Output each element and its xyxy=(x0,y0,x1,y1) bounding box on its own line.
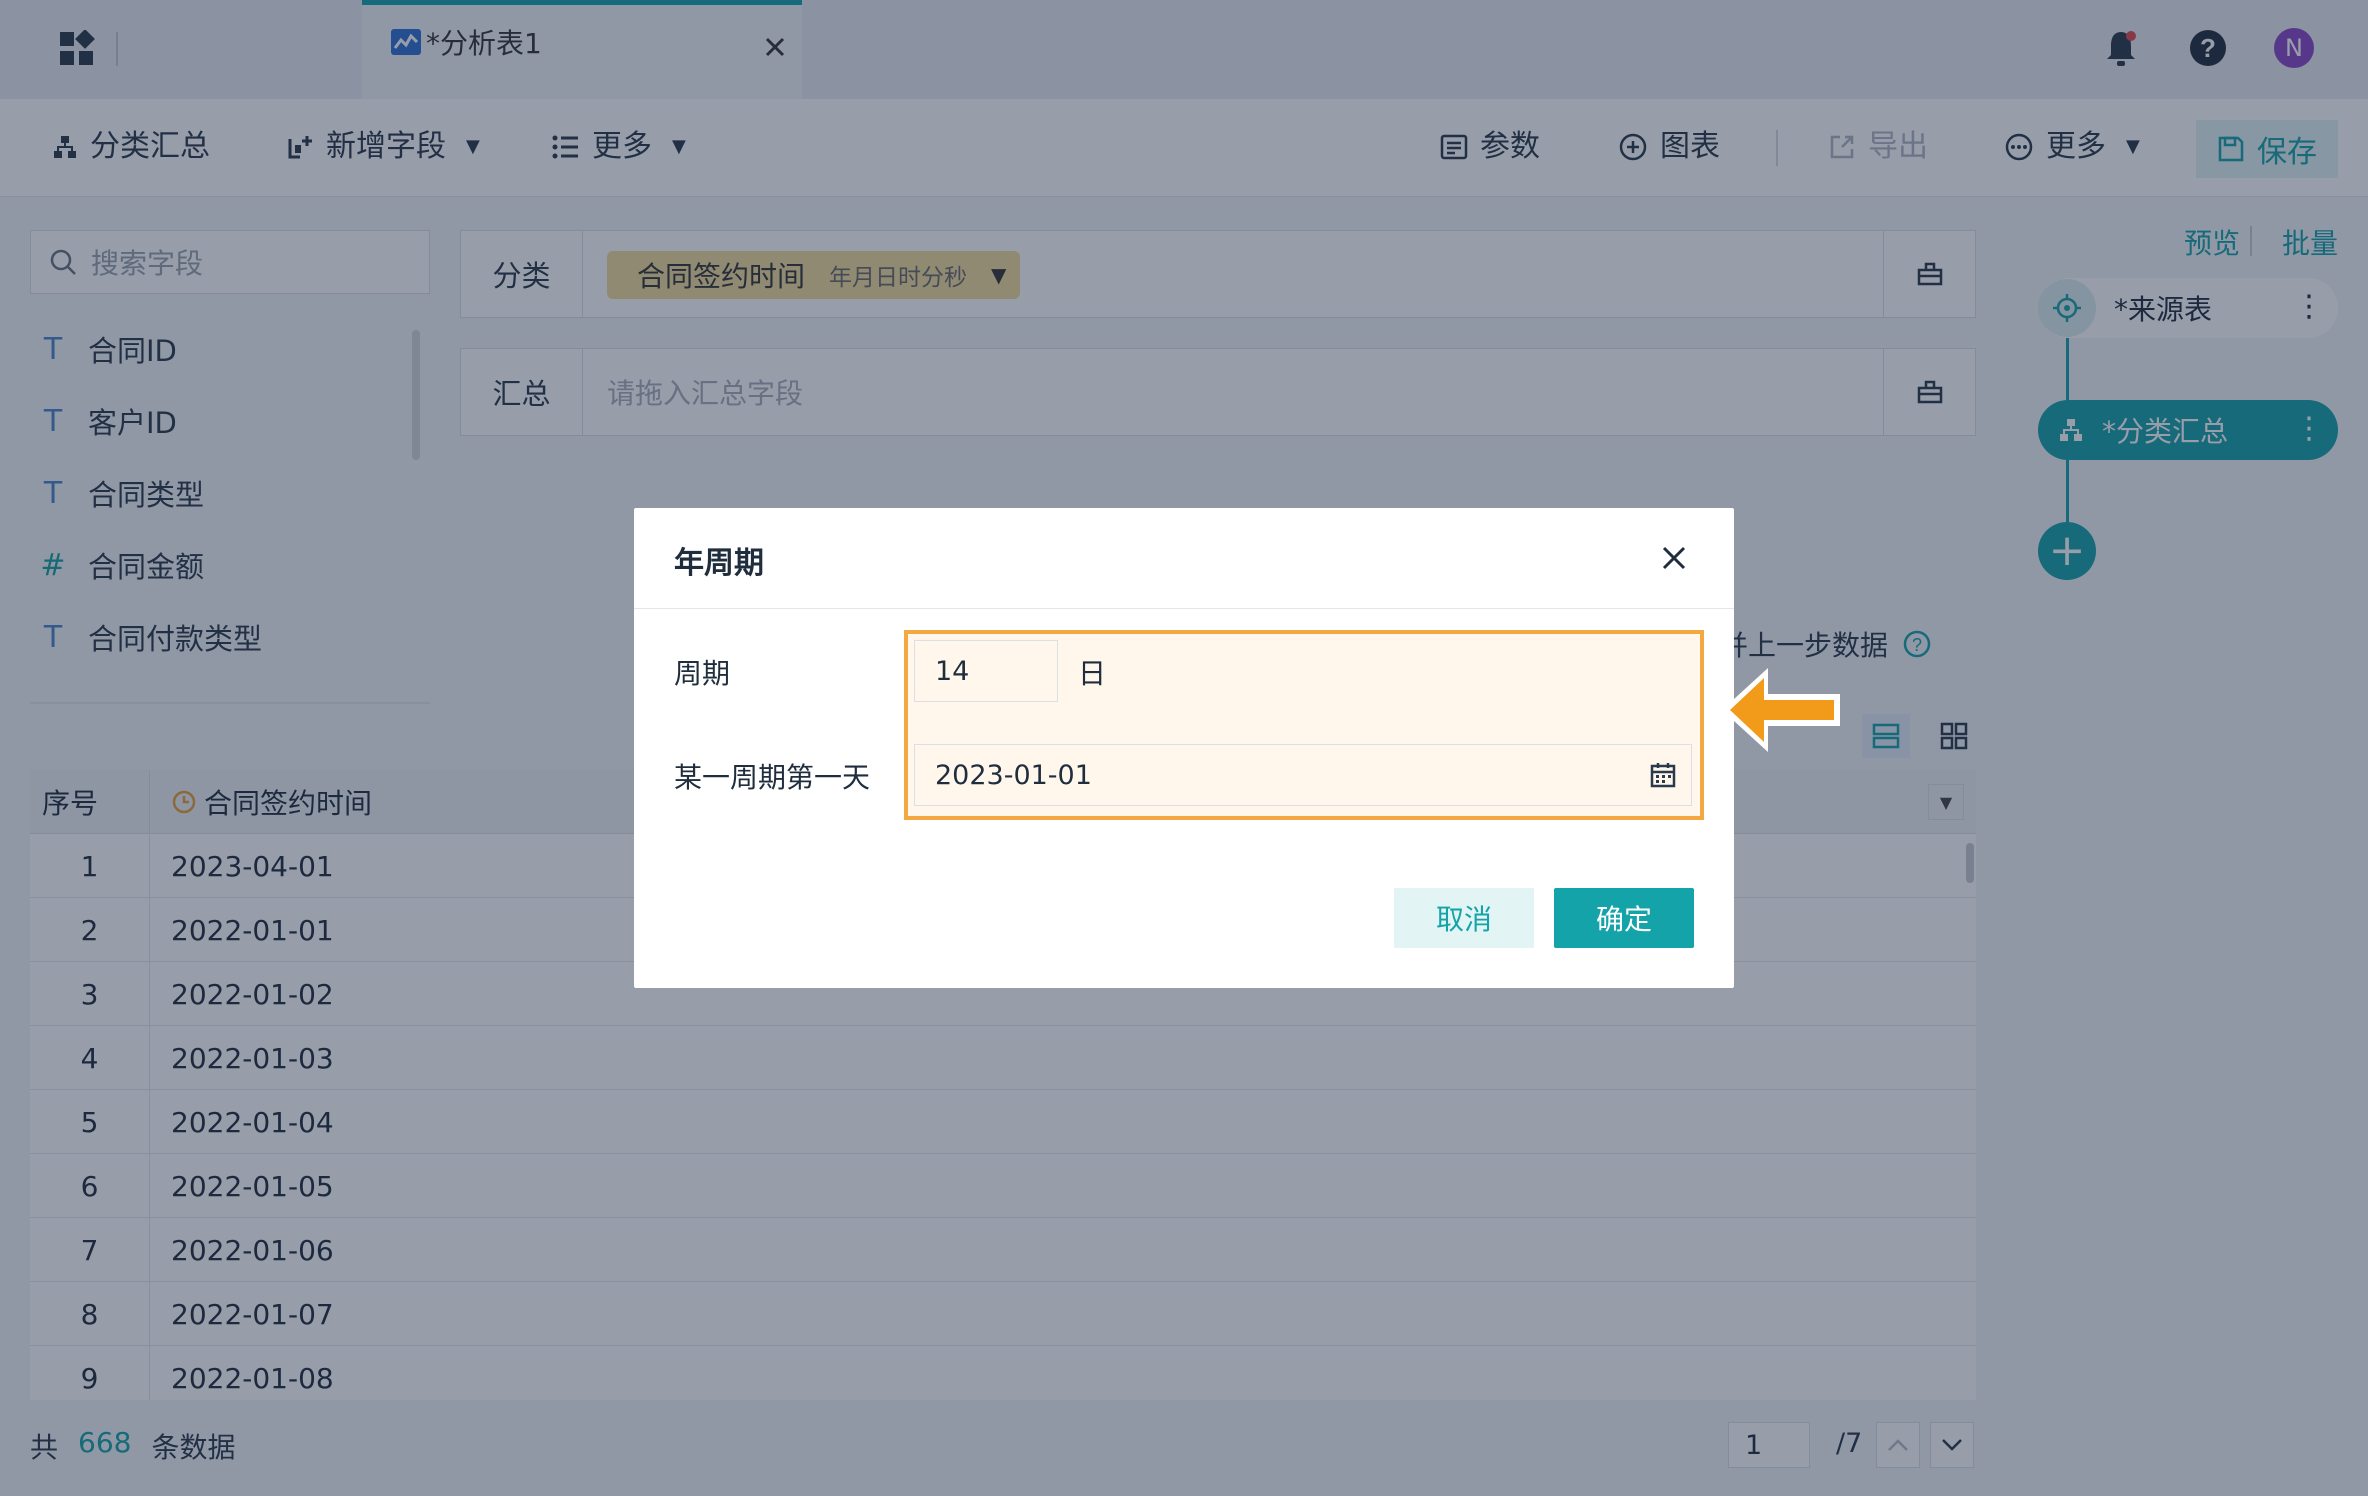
year-cycle-dialog: 年周期 周期 某一周期第一天 14 日 2023-01-01 取消 确定 xyxy=(634,508,1734,988)
dialog-title: 年周期 xyxy=(674,546,764,581)
dialog-divider xyxy=(634,608,1734,609)
period-input[interactable]: 14 xyxy=(914,640,1058,702)
callout-arrow-icon xyxy=(1716,660,1846,760)
close-icon[interactable] xyxy=(1654,538,1694,578)
calendar-icon xyxy=(1650,763,1676,788)
first-day-label: 某一周期第一天 xyxy=(674,761,871,794)
cancel-button[interactable]: 取消 xyxy=(1394,888,1534,948)
first-day-value: 2023-01-01 xyxy=(935,759,1092,791)
period-label: 周期 xyxy=(674,657,731,690)
period-unit: 日 xyxy=(1078,657,1107,690)
first-day-date-input[interactable]: 2023-01-01 xyxy=(914,744,1692,806)
confirm-button[interactable]: 确定 xyxy=(1554,888,1694,948)
